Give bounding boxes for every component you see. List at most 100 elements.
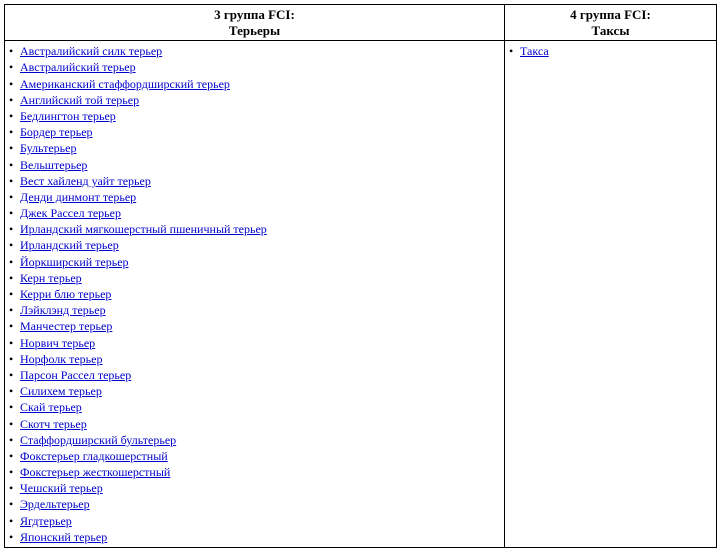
list-item: • Норвич терьер: [9, 335, 500, 351]
list-item: • Австралийский терьер: [9, 59, 500, 75]
list-item: • Вест хайленд уайт терьер: [9, 173, 500, 189]
breed-link[interactable]: Бультерьер: [20, 141, 76, 155]
list-item: • Японский терьер: [9, 529, 500, 545]
list-item: • Фокстерьер гладкошерстный: [9, 448, 500, 464]
list-item: • Керн терьер: [9, 270, 500, 286]
breed-link[interactable]: Бедлингтон терьер: [20, 109, 116, 123]
group3-cell: • Австралийский силк терьер• Австралийск…: [5, 41, 505, 548]
breed-link[interactable]: Чешский терьер: [20, 481, 103, 495]
list-item: • Силихем терьер: [9, 383, 500, 399]
breed-link[interactable]: Ирландский терьер: [20, 238, 119, 252]
bullet-icon: •: [9, 108, 17, 124]
breed-link[interactable]: Силихем терьер: [20, 384, 102, 398]
group4-header-line2: Таксы: [592, 23, 630, 38]
group3-header-line2: Терьеры: [229, 23, 280, 38]
breed-link[interactable]: Парсон Рассел терьер: [20, 368, 131, 382]
breed-link[interactable]: Такса: [520, 44, 549, 58]
list-item: • Бедлингтон терьер: [9, 108, 500, 124]
list-item: • Парсон Рассел терьер: [9, 367, 500, 383]
group4-cell: • Такса: [505, 41, 717, 548]
breed-link[interactable]: Йоркширский терьер: [20, 255, 129, 269]
bullet-icon: •: [9, 43, 17, 59]
list-item: • Австралийский силк терьер: [9, 43, 500, 59]
bullet-icon: •: [9, 254, 17, 270]
bullet-icon: •: [9, 367, 17, 383]
list-item: • Ягдтерьер: [9, 513, 500, 529]
bullet-icon: •: [9, 140, 17, 156]
bullet-icon: •: [9, 480, 17, 496]
group4-header-line1: 4 группа FCI:: [570, 7, 651, 22]
fci-groups-table: 3 группа FCI: Терьеры 4 группа FCI: Такс…: [4, 4, 717, 548]
list-item: • Джек Рассел терьер: [9, 205, 500, 221]
list-item: • Английский той терьер: [9, 92, 500, 108]
breed-link[interactable]: Керн терьер: [20, 271, 82, 285]
breed-link[interactable]: Фокстерьер гладкошерстный: [20, 449, 168, 463]
bullet-icon: •: [9, 496, 17, 512]
bullet-icon: •: [9, 270, 17, 286]
list-item: • Эрдельтерьер: [9, 496, 500, 512]
bullet-icon: •: [9, 448, 17, 464]
group3-header: 3 группа FCI: Терьеры: [5, 5, 505, 41]
bullet-icon: •: [9, 302, 17, 318]
bullet-icon: •: [9, 205, 17, 221]
bullet-icon: •: [509, 43, 517, 59]
breed-link[interactable]: Стаффордширский бультерьер: [20, 433, 176, 447]
breed-link[interactable]: Австралийский силк терьер: [20, 44, 162, 58]
breed-link[interactable]: Английский той терьер: [20, 93, 139, 107]
bullet-icon: •: [9, 399, 17, 415]
bullet-icon: •: [9, 464, 17, 480]
list-item: • Лэйклэнд терьер: [9, 302, 500, 318]
breed-link[interactable]: Скотч терьер: [20, 417, 87, 431]
bullet-icon: •: [9, 383, 17, 399]
bullet-icon: •: [9, 173, 17, 189]
list-item: • Керри блю терьер: [9, 286, 500, 302]
breed-link[interactable]: Манчестер терьер: [20, 319, 112, 333]
breed-link[interactable]: Вельштерьер: [20, 158, 87, 172]
list-item: • Норфолк терьер: [9, 351, 500, 367]
list-item: • Американский стаффордширский терьер: [9, 76, 500, 92]
group4-header: 4 группа FCI: Таксы: [505, 5, 717, 41]
breed-link[interactable]: Норфолк терьер: [20, 352, 102, 366]
list-item: • Ирландский мягкошерстный пшеничный тер…: [9, 221, 500, 237]
bullet-icon: •: [9, 76, 17, 92]
bullet-icon: •: [9, 124, 17, 140]
list-item: • Бордер терьер: [9, 124, 500, 140]
bullet-icon: •: [9, 529, 17, 545]
breed-link[interactable]: Американский стаффордширский терьер: [20, 77, 230, 91]
breed-link[interactable]: Японский терьер: [20, 530, 107, 544]
list-item: • Бультерьер: [9, 140, 500, 156]
bullet-icon: •: [9, 416, 17, 432]
breed-link[interactable]: Скай терьер: [20, 400, 82, 414]
bullet-icon: •: [9, 286, 17, 302]
bullet-icon: •: [9, 189, 17, 205]
group3-header-line1: 3 группа FCI:: [214, 7, 295, 22]
breed-link[interactable]: Эрдельтерьер: [20, 497, 90, 511]
bullet-icon: •: [9, 59, 17, 75]
list-item: • Чешский терьер: [9, 480, 500, 496]
bullet-icon: •: [9, 237, 17, 253]
list-item: • Денди динмонт терьер: [9, 189, 500, 205]
breed-link[interactable]: Бордер терьер: [20, 125, 93, 139]
list-item: • Скотч терьер: [9, 416, 500, 432]
breed-link[interactable]: Фокстерьер жесткошерстный: [20, 465, 170, 479]
bullet-icon: •: [9, 92, 17, 108]
bullet-icon: •: [9, 513, 17, 529]
breed-link[interactable]: Австралийский терьер: [20, 60, 136, 74]
breed-link[interactable]: Ирландский мягкошерстный пшеничный терье…: [20, 222, 267, 236]
list-item: • Такса: [509, 43, 712, 59]
breed-link[interactable]: Ягдтерьер: [20, 514, 72, 528]
breed-link[interactable]: Денди динмонт терьер: [20, 190, 136, 204]
list-item: • Ирландский терьер: [9, 237, 500, 253]
group3-list: • Австралийский силк терьер• Австралийск…: [9, 43, 500, 545]
breed-link[interactable]: Вест хайленд уайт терьер: [20, 174, 151, 188]
bullet-icon: •: [9, 221, 17, 237]
breed-link[interactable]: Керри блю терьер: [20, 287, 111, 301]
breed-link[interactable]: Норвич терьер: [20, 336, 95, 350]
list-item: • Стаффордширский бультерьер: [9, 432, 500, 448]
bullet-icon: •: [9, 432, 17, 448]
bullet-icon: •: [9, 335, 17, 351]
breed-link[interactable]: Джек Рассел терьер: [20, 206, 121, 220]
breed-link[interactable]: Лэйклэнд терьер: [20, 303, 106, 317]
list-item: • Йоркширский терьер: [9, 254, 500, 270]
bullet-icon: •: [9, 351, 17, 367]
